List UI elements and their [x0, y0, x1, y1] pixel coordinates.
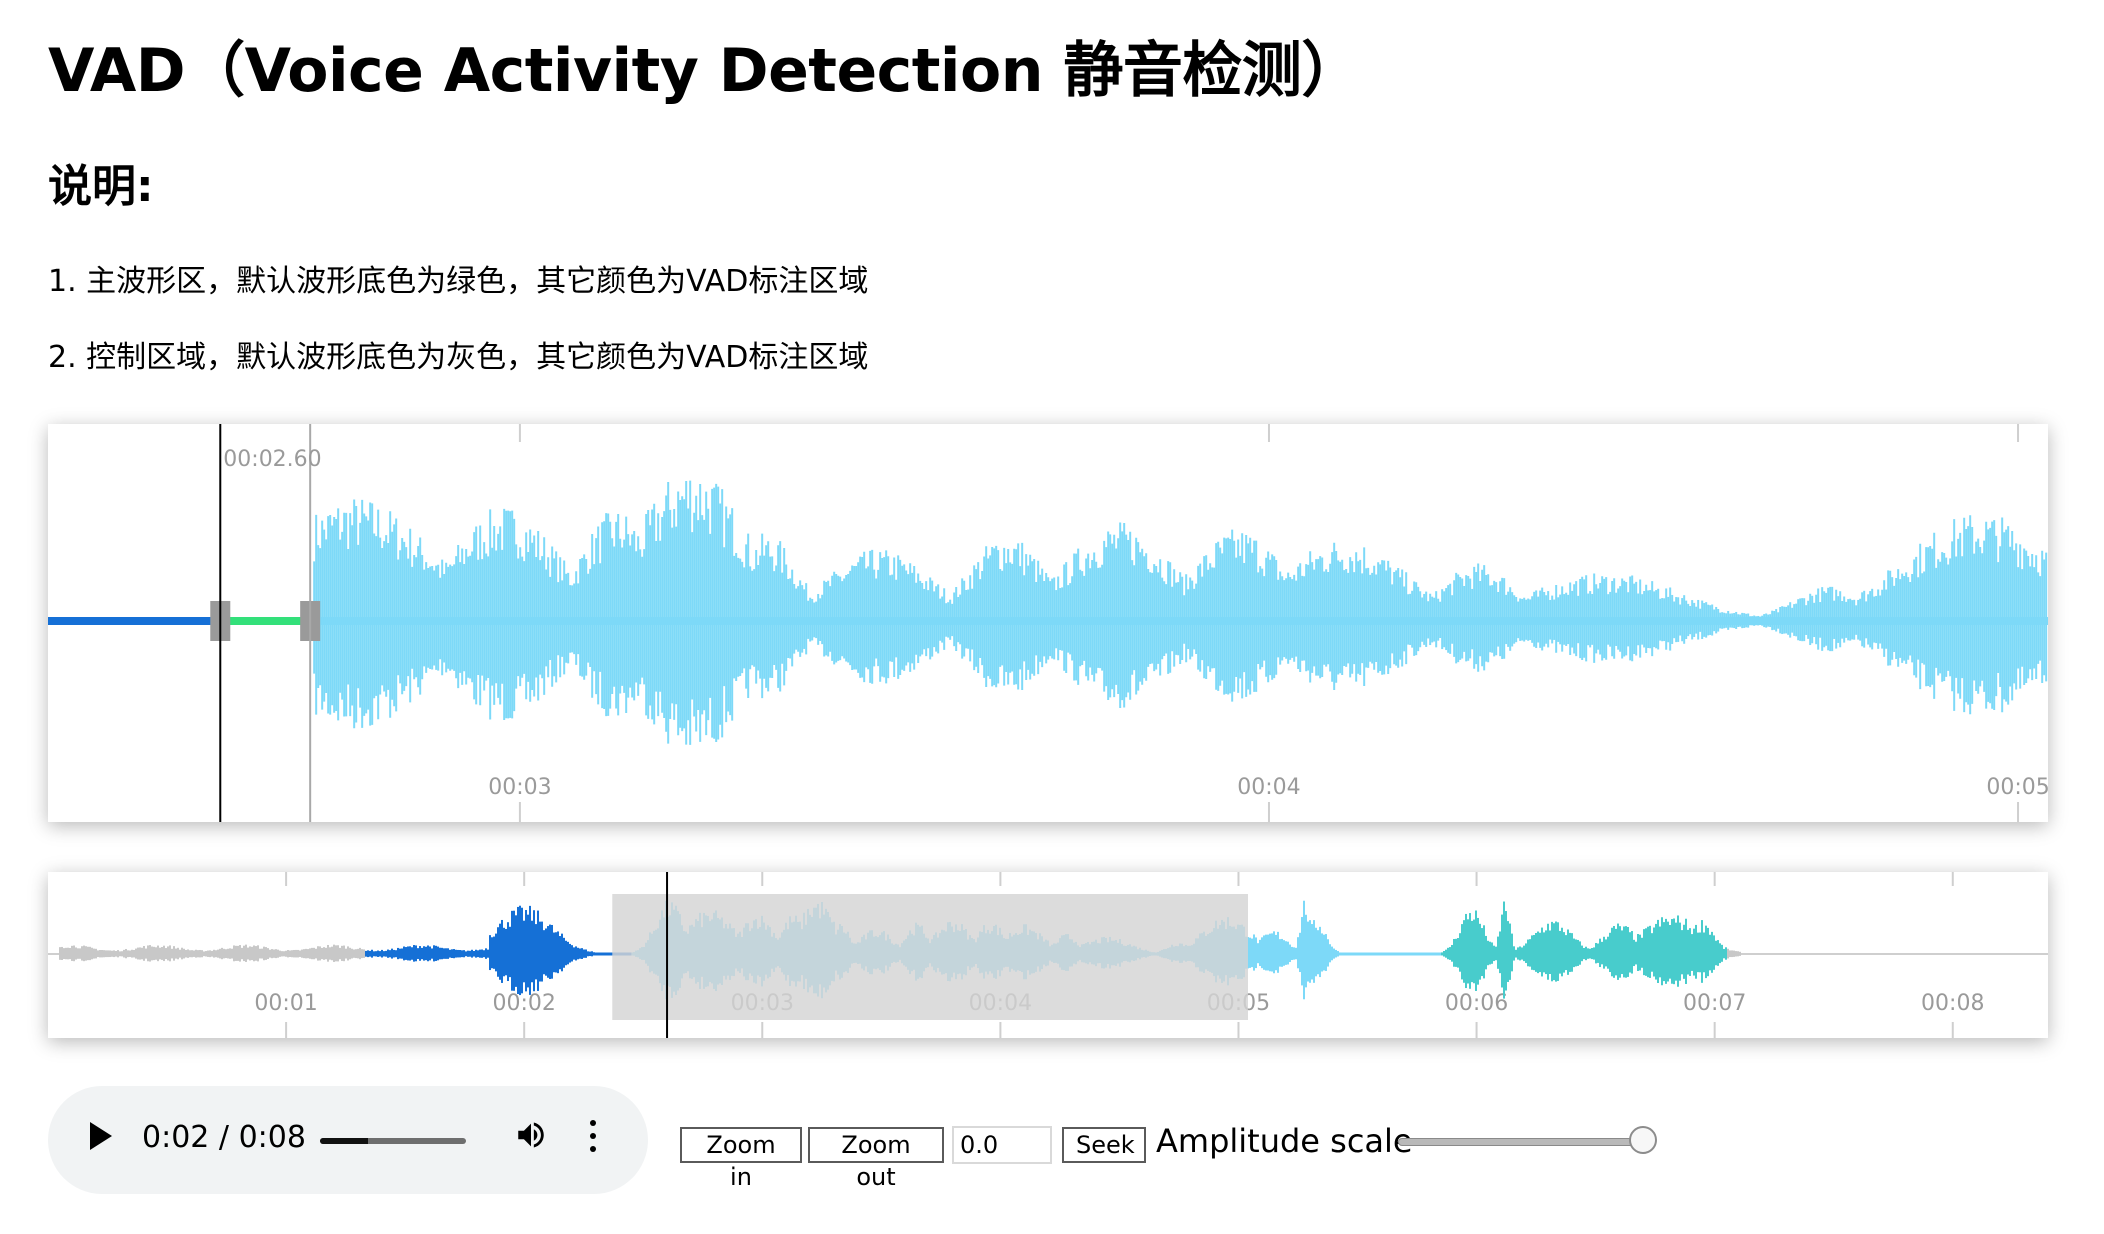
minimap-viewport — [612, 894, 1248, 1020]
page-title: VAD（Voice Activity Detection 静音检测） — [48, 36, 1361, 106]
main-waveform-panel[interactable]: 00:03 00:04 00:05 00:02.60 — [48, 424, 2048, 822]
section-heading: 说明: — [48, 161, 154, 212]
amplitude-scale-slider[interactable] — [1398, 1126, 1658, 1156]
audio-player: 0:02 / 0:08 — [48, 1086, 648, 1194]
vad-region-green — [220, 617, 311, 625]
note-main-waveform: 1. 主波形区，默认波形底色为绿色，其它颜色为VAD标注区域 — [48, 264, 869, 299]
zoom-in-button[interactable]: Zoom in — [680, 1127, 802, 1191]
time-tick-label: 00:06 — [1445, 991, 1508, 1016]
time-tick-label: 00:05 — [1986, 775, 2048, 800]
zoom-out-button[interactable]: Zoom out — [808, 1127, 944, 1191]
time-tick-label: 00:04 — [1237, 775, 1300, 800]
seek-bar-progress — [320, 1138, 369, 1144]
slider-rail — [1398, 1138, 1656, 1146]
minimap-waveform[interactable]: 00:0100:0200:0300:0400:0500:0600:0700:08 — [48, 872, 2048, 1038]
cursor-time-label: 00:02.60 — [223, 447, 321, 472]
more-vertical-icon[interactable] — [590, 1120, 596, 1159]
time-tick-label: 00:01 — [254, 991, 317, 1016]
vad-region-blue — [48, 617, 221, 625]
minimap-panel[interactable]: 00:0100:0200:0300:0400:0500:0600:0700:08 — [48, 872, 2048, 1038]
play-icon[interactable] — [90, 1122, 112, 1150]
seek-input[interactable] — [952, 1126, 1052, 1164]
speaker-icon[interactable] — [514, 1118, 548, 1152]
main-waveform[interactable]: 00:03 00:04 00:05 00:02.60 — [48, 424, 2048, 822]
time-display: 0:02 / 0:08 — [142, 1120, 306, 1155]
seek-bar[interactable] — [320, 1138, 466, 1144]
current-time: 0:02 — [142, 1120, 210, 1155]
duration: 0:08 — [238, 1120, 306, 1155]
time-tick-label: 00:08 — [1921, 991, 1984, 1016]
note-control-area: 2. 控制区域，默认波形底色为灰色，其它颜色为VAD标注区域 — [48, 340, 869, 375]
amplitude-scale-label: Amplitude scale — [1156, 1122, 1413, 1160]
time-separator: / — [218, 1120, 230, 1155]
slider-knob[interactable] — [1629, 1126, 1658, 1154]
time-tick-label: 00:03 — [488, 775, 551, 800]
time-tick-label: 00:07 — [1683, 991, 1746, 1016]
time-tick-label: 00:02 — [492, 991, 555, 1016]
seek-button[interactable]: Seek — [1062, 1127, 1146, 1163]
waveform-bars — [313, 480, 2048, 745]
